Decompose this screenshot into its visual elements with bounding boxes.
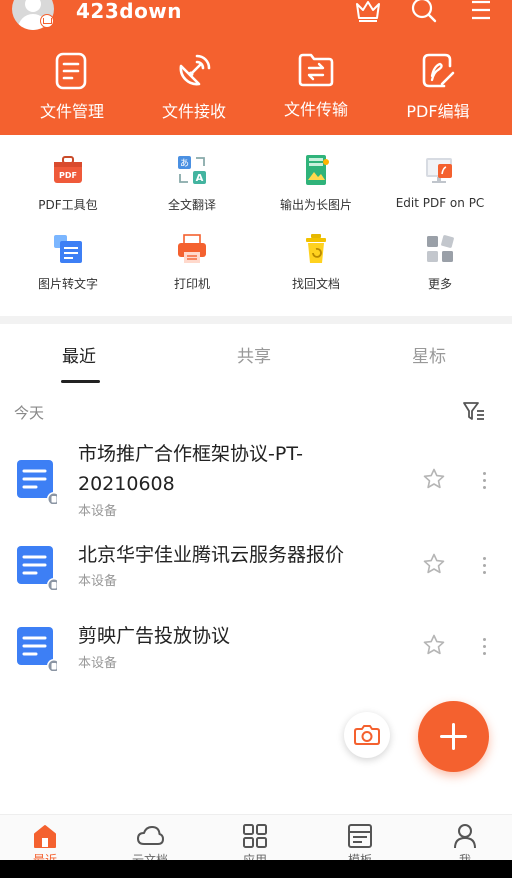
- nav-label: 应用: [242, 853, 267, 860]
- svg-text:A: A: [196, 173, 204, 184]
- tool-label: 图片转文字: [37, 277, 98, 291]
- file-title[interactable]: 剪映广告投放协议: [78, 621, 398, 651]
- filter-icon[interactable]: [462, 400, 486, 422]
- camera-scan-button[interactable]: [344, 712, 390, 758]
- tool-recover-doc[interactable]: 找回文档: [252, 233, 380, 292]
- svg-text:あ: あ: [180, 158, 189, 169]
- apps-grid-icon: [243, 824, 267, 848]
- file-transfer-button[interactable]: 文件传输: [261, 52, 371, 120]
- document-icon: [17, 627, 57, 671]
- file-location: 本设备: [78, 656, 118, 671]
- tab-recent[interactable]: 最近: [62, 342, 96, 367]
- document-icon: [17, 546, 57, 590]
- tool-printer[interactable]: 打印机: [128, 233, 256, 292]
- system-navigation-bar: [0, 860, 512, 878]
- file-title[interactable]: 市场推广合作框架协议-PT-20210608: [78, 439, 398, 499]
- section-label-today: 今天: [14, 404, 45, 422]
- menu-icon[interactable]: [468, 0, 496, 24]
- translate-icon: あ A: [178, 156, 206, 184]
- template-icon: [348, 824, 372, 848]
- username[interactable]: 423down: [76, 0, 182, 23]
- action-label: 文件接收: [161, 102, 226, 121]
- star-icon[interactable]: [422, 467, 446, 491]
- tool-long-image[interactable]: 输出为长图片: [252, 154, 380, 213]
- more-vertical-icon[interactable]: [480, 638, 488, 658]
- nav-label: 云文档: [131, 853, 168, 860]
- tool-edit-pdf-on-pc[interactable]: Edit PDF on PC: [376, 154, 504, 210]
- svg-text:PDF: PDF: [59, 171, 77, 180]
- action-label: 文件管理: [39, 102, 104, 121]
- nav-apps[interactable]: 应用: [215, 823, 295, 860]
- tool-label: 全文翻译: [167, 198, 216, 212]
- vip-badge-icon: [40, 14, 54, 28]
- profile-icon: [454, 824, 476, 849]
- tool-label: 输出为长图片: [279, 198, 352, 212]
- bottom-navigation: 最近 云文档 应用 模板 我: [0, 814, 512, 860]
- file-location: 本设备: [78, 504, 118, 519]
- tab-starred[interactable]: 星标: [412, 342, 446, 367]
- action-label: 文件传输: [283, 100, 348, 119]
- tool-label: 打印机: [173, 277, 210, 291]
- add-button[interactable]: [418, 701, 489, 772]
- section-divider: [0, 316, 512, 324]
- folder-transfer-icon: [298, 53, 334, 87]
- file-row[interactable]: 剪映广告投放协议 本设备: [0, 620, 512, 680]
- tool-pdf-toolbox[interactable]: PDF PDF工具包: [4, 154, 132, 213]
- pc-edit-icon: [426, 158, 452, 183]
- printer-icon: [178, 234, 206, 263]
- nav-label: 最近: [32, 853, 57, 860]
- file-manage-button[interactable]: 文件管理: [17, 52, 127, 122]
- crown-icon[interactable]: [354, 0, 382, 24]
- nav-profile[interactable]: 我: [425, 823, 505, 860]
- star-icon[interactable]: [422, 552, 446, 576]
- file-row[interactable]: 市场推广合作框架协议-PT-20210608 本设备: [0, 438, 512, 519]
- file-manage-icon: [55, 52, 87, 90]
- search-icon[interactable]: [410, 0, 438, 24]
- more-vertical-icon[interactable]: [480, 557, 488, 577]
- file-row[interactable]: 北京华宇佳业腾讯云服务器报价 本设备: [0, 540, 512, 600]
- tool-more[interactable]: 更多: [376, 233, 504, 292]
- satellite-receive-icon: [179, 54, 211, 86]
- image-to-text-icon: [54, 235, 82, 263]
- pdf-edit-button[interactable]: PDF编辑: [383, 52, 493, 122]
- file-location: 本设备: [78, 574, 118, 589]
- tool-label: PDF工具包: [38, 198, 98, 212]
- camera-icon: [354, 725, 380, 745]
- tab-shared[interactable]: 共享: [237, 342, 271, 367]
- document-icon: [17, 460, 57, 504]
- tool-translate[interactable]: あ A 全文翻译: [128, 154, 256, 213]
- tool-image-to-text[interactable]: 图片转文字: [4, 233, 132, 292]
- nav-label: 我: [458, 853, 471, 860]
- active-tab-indicator: [61, 380, 100, 383]
- nav-cloud-docs[interactable]: 云文档: [110, 823, 190, 860]
- long-image-icon: [306, 155, 329, 185]
- pdf-toolbox-icon: PDF: [54, 156, 82, 183]
- star-icon[interactable]: [422, 633, 446, 657]
- tool-label: 找回文档: [291, 277, 340, 291]
- file-receive-button[interactable]: 文件接收: [139, 52, 249, 122]
- more-vertical-icon[interactable]: [480, 472, 488, 492]
- home-icon: [34, 825, 56, 848]
- tool-label: 更多: [427, 277, 452, 291]
- tool-label: Edit PDF on PC: [395, 196, 485, 210]
- nav-label: 模板: [347, 853, 372, 860]
- nav-recent[interactable]: 最近: [5, 823, 85, 860]
- recover-doc-icon: [306, 234, 326, 263]
- more-grid-icon: [427, 235, 454, 262]
- file-title[interactable]: 北京华宇佳业腾讯云服务器报价: [78, 540, 398, 570]
- cloud-icon: [137, 826, 164, 845]
- action-label: PDF编辑: [406, 102, 470, 121]
- nav-templates[interactable]: 模板: [320, 823, 400, 860]
- header-bar: 423down 文件管理 文件接收 文件传输 PDF编辑: [0, 0, 512, 135]
- pdf-edit-icon: [422, 53, 455, 88]
